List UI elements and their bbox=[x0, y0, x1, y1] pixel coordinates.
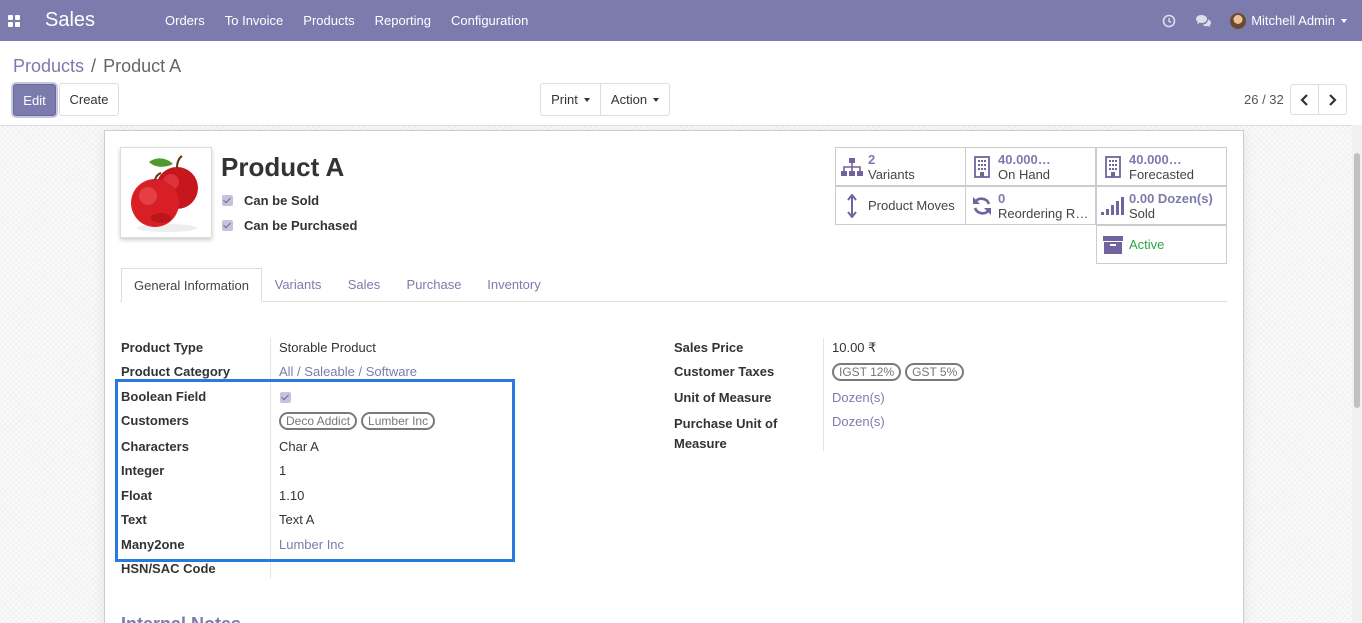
forecasted-value: 40.000… bbox=[1129, 151, 1182, 167]
product-moves-label: Product Moves bbox=[868, 198, 955, 213]
can-be-sold-label: Can be Sold bbox=[244, 193, 320, 208]
archive-icon bbox=[1097, 235, 1129, 255]
tax-tag[interactable]: GST 5% bbox=[905, 363, 965, 381]
building-icon bbox=[966, 155, 998, 178]
chevron-left-icon bbox=[1300, 93, 1308, 106]
hsn-code-label: HSN/SAC Code bbox=[121, 561, 216, 576]
caret-down-icon bbox=[1341, 18, 1347, 23]
refresh-icon bbox=[966, 196, 998, 216]
product-type-value[interactable]: Storable Product bbox=[279, 340, 376, 355]
product-category-label: Product Category bbox=[121, 364, 231, 379]
product-moves-smart-button[interactable]: Product Moves bbox=[835, 186, 966, 225]
tab-variants[interactable]: Variants bbox=[263, 268, 333, 302]
chat-icon[interactable] bbox=[1186, 0, 1220, 41]
tab-sales[interactable]: Sales bbox=[336, 268, 392, 302]
action-label: Action bbox=[610, 92, 648, 107]
tab-general-information[interactable]: General Information bbox=[121, 268, 262, 302]
purchase-uom-link[interactable]: Dozen(s) bbox=[832, 414, 885, 429]
apps-menu-icon[interactable] bbox=[0, 0, 28, 41]
forecasted-smart-button[interactable]: 40.000… Forecasted bbox=[1096, 147, 1227, 186]
print-label: Print bbox=[551, 92, 578, 107]
variants-smart-button[interactable]: 2 Variants bbox=[835, 147, 966, 186]
clock-icon[interactable] bbox=[1152, 0, 1186, 41]
avatar bbox=[1230, 12, 1247, 29]
menu-item-to-invoice[interactable]: To Invoice bbox=[215, 0, 294, 41]
create-button[interactable]: Create bbox=[59, 83, 119, 116]
print-dropdown-button[interactable]: Print bbox=[540, 83, 601, 116]
product-image[interactable] bbox=[120, 147, 212, 238]
customer-taxes-tags: IGST 12% GST 5% bbox=[832, 363, 968, 381]
can-be-purchased-label: Can be Purchased bbox=[244, 218, 358, 233]
purchase-uom-label-line2: Measure bbox=[674, 436, 727, 451]
signal-bars-icon bbox=[1097, 196, 1129, 216]
building-icon bbox=[1097, 155, 1129, 178]
reordering-count: 0 bbox=[998, 190, 1006, 206]
purchase-uom-label: Purchase Unit of Measure bbox=[674, 414, 777, 454]
action-dropdown-button[interactable]: Action bbox=[600, 83, 670, 116]
chevron-right-icon bbox=[1329, 93, 1337, 106]
field-separator bbox=[823, 338, 824, 451]
apple-image bbox=[131, 155, 198, 232]
pager-previous-button[interactable] bbox=[1290, 84, 1319, 115]
breadcrumb-products-link[interactable]: Products bbox=[13, 56, 84, 77]
product-type-label: Product Type bbox=[121, 340, 204, 355]
product-category-link[interactable]: All / Saleable / Software bbox=[279, 364, 417, 379]
sales-price-value[interactable]: 10.00 ₹ bbox=[832, 340, 876, 356]
navbar-systray: Mitchell Admin bbox=[1152, 0, 1362, 41]
app-name[interactable]: Sales bbox=[45, 9, 135, 32]
tax-tag[interactable]: IGST 12% bbox=[832, 363, 902, 381]
on-hand-value: 40.000… bbox=[998, 151, 1051, 167]
pager-next-button[interactable] bbox=[1318, 84, 1347, 115]
sold-smart-button[interactable]: 0.00 Dozen(s) Sold bbox=[1096, 186, 1227, 225]
tab-purchase[interactable]: Purchase bbox=[394, 268, 474, 302]
on-hand-smart-button[interactable]: 40.000… On Hand bbox=[965, 147, 1096, 186]
arrows-vertical-icon bbox=[836, 193, 868, 218]
menu-item-reporting[interactable]: Reporting bbox=[365, 0, 441, 41]
product-name: Product A bbox=[221, 152, 345, 182]
internal-notes-heading: Internal Notes bbox=[121, 614, 241, 623]
unit-of-measure-label: Unit of Measure bbox=[674, 390, 772, 405]
vertical-scrollbar[interactable] bbox=[1352, 125, 1362, 623]
pager-value[interactable]: 26 / 32 bbox=[1244, 92, 1284, 107]
customer-taxes-label: Customer Taxes bbox=[674, 364, 775, 379]
unit-of-measure-link[interactable]: Dozen(s) bbox=[832, 390, 885, 405]
main-menu: Orders To Invoice Products Reporting Con… bbox=[155, 0, 538, 41]
user-name: Mitchell Admin bbox=[1251, 13, 1335, 28]
highlight-box bbox=[115, 379, 515, 562]
reordering-label: Reordering R… bbox=[998, 205, 1089, 221]
active-toggle-button[interactable]: Active bbox=[1096, 225, 1227, 264]
variants-label: Variants bbox=[868, 166, 915, 182]
can-be-purchased-checkbox[interactable] bbox=[222, 220, 233, 231]
menu-item-orders[interactable]: Orders bbox=[155, 0, 215, 41]
variants-count: 2 bbox=[868, 151, 876, 167]
sold-value: 0.00 Dozen(s) bbox=[1129, 190, 1213, 206]
active-label: Active bbox=[1129, 237, 1165, 252]
can-be-sold-checkbox[interactable] bbox=[222, 195, 233, 206]
menu-item-configuration[interactable]: Configuration bbox=[441, 0, 538, 41]
caret-down-icon bbox=[653, 97, 660, 102]
breadcrumb-current: Product A bbox=[103, 56, 182, 76]
can-be-sold-option[interactable]: Can be Sold bbox=[222, 193, 319, 208]
tab-inventory[interactable]: Inventory bbox=[475, 268, 553, 302]
reordering-smart-button[interactable]: 0 Reordering R… bbox=[965, 186, 1096, 225]
sold-label: Sold bbox=[1129, 205, 1156, 221]
on-hand-label: On Hand bbox=[998, 166, 1051, 182]
purchase-uom-label-line1: Purchase Unit of bbox=[674, 416, 778, 431]
top-navbar: Sales Orders To Invoice Products Reporti… bbox=[0, 0, 1362, 41]
breadcrumb: Products / Product A bbox=[13, 56, 181, 77]
breadcrumb-separator: / bbox=[91, 56, 97, 76]
forecasted-label: Forecasted bbox=[1129, 166, 1195, 182]
user-menu[interactable]: Mitchell Admin bbox=[1220, 12, 1362, 29]
menu-item-products[interactable]: Products bbox=[293, 0, 364, 41]
caret-down-icon bbox=[583, 97, 590, 102]
edit-button[interactable]: Edit bbox=[13, 84, 56, 116]
can-be-purchased-option[interactable]: Can be Purchased bbox=[222, 218, 357, 233]
sitemap-icon bbox=[836, 157, 868, 177]
scrollbar-thumb[interactable] bbox=[1354, 153, 1360, 408]
sales-price-label: Sales Price bbox=[674, 340, 744, 355]
